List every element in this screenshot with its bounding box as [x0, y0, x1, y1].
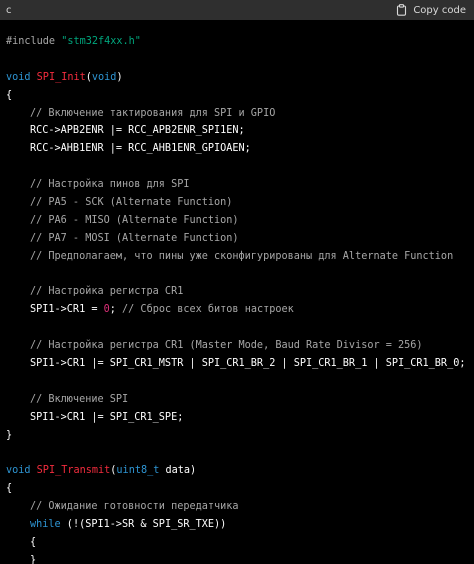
code-line: // Предполагаем, что пины уже сконфигури…: [6, 248, 474, 266]
code-token: // Настройка регистра CR1: [30, 286, 184, 298]
code-token: // Включение тактирования для SPI и GPIO: [30, 107, 276, 119]
code-token: }: [30, 554, 37, 564]
code-line: SPI1->CR1 = 0; // Сброс всех битов настр…: [6, 301, 474, 319]
code-token: SPI1->CR1 |= SPI_CR1_MSTR | SPI_CR1_BR_2…: [30, 358, 466, 370]
code-token: // Сброс всех битов настроек: [122, 304, 294, 316]
code-line: // Ожидание готовности передатчика: [6, 498, 474, 516]
language-label: c: [6, 4, 12, 16]
code-token: {: [6, 89, 13, 101]
code-token: // PA7 - MOSI (Alternate Function): [30, 232, 239, 244]
code-token: // PA5 - SCK (Alternate Function): [30, 197, 233, 209]
code-line: // PA7 - MOSI (Alternate Function): [6, 230, 474, 248]
code-line: // Настройка регистра CR1 (Master Mode, …: [6, 337, 474, 355]
code-token: ;: [109, 304, 123, 316]
code-token: SPI_Transmit: [36, 465, 111, 477]
code-token: void: [91, 71, 117, 83]
code-block-header: c Copy code: [0, 0, 474, 20]
code-token: "stm32f4xx.h": [61, 36, 141, 47]
code-token: data): [159, 465, 197, 477]
code-token: (!(SPI1->SR & SPI_SR_TXE)): [60, 519, 227, 531]
code-line: // Включение SPI: [6, 391, 474, 409]
copy-code-label: Copy code: [413, 4, 466, 16]
code-token: ): [116, 71, 123, 83]
code-token: void: [6, 465, 37, 477]
code-token: SPI_Init: [36, 71, 86, 83]
code-area[interactable]: #include "stm32f4xx.h" void SPI_Init(void…: [0, 20, 474, 564]
code-token: #include: [6, 36, 62, 47]
code-line: SPI1->CR1 |= SPI_CR1_SPE;: [6, 409, 474, 427]
code-line: {: [6, 480, 474, 498]
code-token: // Ожидание готовности передатчика: [30, 501, 239, 513]
code-lines: #include "stm32f4xx.h" void SPI_Init(void…: [6, 33, 474, 564]
code-line: // PA6 - MISO (Alternate Function): [6, 212, 474, 230]
code-line: void SPI_Transmit(uint8_t data): [6, 462, 474, 480]
code-token: void: [6, 71, 37, 83]
code-line: }: [6, 427, 474, 445]
code-line: {: [6, 534, 474, 552]
code-line: #include "stm32f4xx.h": [6, 33, 474, 51]
code-line: // PA5 - SCK (Alternate Function): [6, 194, 474, 212]
code-token: uint8_t: [116, 465, 160, 477]
code-line: // Настройка регистра CR1: [6, 283, 474, 301]
code-line: RCC->AHB1ENR |= RCC_AHB1ENR_GPIOAEN;: [6, 140, 474, 158]
code-token: // PA6 - MISO (Alternate Function): [30, 214, 239, 226]
code-line: SPI1->CR1 |= SPI_CR1_MSTR | SPI_CR1_BR_2…: [6, 355, 474, 373]
copy-code-button[interactable]: Copy code: [396, 4, 466, 16]
code-token: {: [6, 483, 13, 495]
code-line: }: [6, 552, 474, 564]
code-line: void SPI_Init(void): [6, 69, 474, 87]
code-token: }: [6, 429, 13, 441]
code-token: // Настройка регистра CR1 (Master Mode, …: [30, 340, 423, 352]
code-token: // Настройка пинов для SPI: [30, 179, 190, 191]
code-token: // Включение SPI: [30, 393, 129, 405]
code-token: {: [30, 536, 37, 548]
code-token: while: [30, 519, 61, 531]
code-line: RCC->APB2ENR |= RCC_APB2ENR_SPI1EN;: [6, 122, 474, 140]
code-line: // Включение тактирования для SPI и GPIO: [6, 105, 474, 123]
code-line: {: [6, 87, 474, 105]
code-token: // Предполагаем, что пины уже сконфигури…: [30, 250, 454, 262]
code-token: RCC->APB2ENR |= RCC_APB2ENR_SPI1EN;: [30, 125, 245, 137]
clipboard-icon: [396, 4, 407, 16]
code-line: // Настройка пинов для SPI: [6, 176, 474, 194]
code-token: RCC->AHB1ENR |= RCC_AHB1ENR_GPIOAEN;: [30, 143, 251, 155]
code-token: SPI1->CR1 =: [30, 304, 104, 316]
code-token: SPI1->CR1 |= SPI_CR1_SPE;: [30, 411, 184, 423]
code-line: while (!(SPI1->SR & SPI_SR_TXE)): [6, 516, 474, 534]
